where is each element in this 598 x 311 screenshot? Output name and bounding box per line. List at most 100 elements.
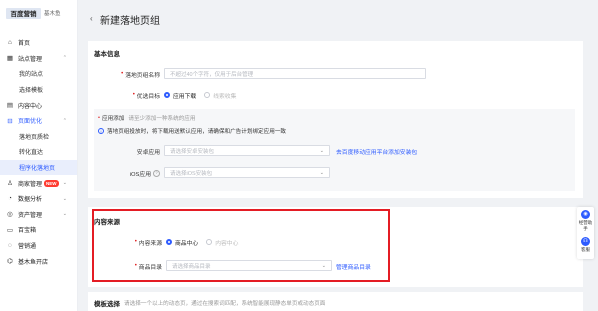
- sidebar-item-home[interactable]: ⌂ 首页: [0, 35, 77, 51]
- sidebar-item-label: 首页: [18, 41, 31, 48]
- floating-helper-bar: ◉ 经营助手 ☊ 客服: [577, 207, 594, 259]
- section-title-basic: 基本信息: [94, 51, 120, 58]
- android-app-select[interactable]: 请选择安卓安装包 ⌄: [164, 145, 330, 156]
- template-selection-card: 模板选择 请选择一个以上的动态页，通过在搜索词匹配，系统智能展现静态单页或动态页…: [88, 292, 583, 311]
- app-info-text: 落地页组投放时，将下载用送默认应用，请确保和广告计划绑定应用一致: [107, 129, 287, 135]
- help-icon[interactable]: ?: [153, 169, 160, 177]
- android-label-row: 安卓应用: [94, 145, 160, 157]
- radio-empty-icon: [204, 92, 211, 98]
- radio-content-center[interactable]: 内容中心: [206, 238, 238, 247]
- radio-empty-icon: [206, 239, 213, 245]
- assistant-icon: ◉: [581, 210, 590, 219]
- chevron-down-icon: ⌄: [321, 262, 326, 269]
- name-label-row: • 落地页组名称: [88, 68, 160, 80]
- target-label: 优选目标: [136, 93, 160, 100]
- sidebar-item-open-shop[interactable]: ⌬ 基木鱼开店: [0, 253, 77, 269]
- page-header: ‹ 新建落地页组: [78, 0, 598, 36]
- sidebar-item-programmatic-landing[interactable]: 程序化落地页: [0, 159, 77, 176]
- chevron-down-icon: ⌄: [319, 147, 324, 154]
- optimize-icon: ⊟: [7, 117, 13, 125]
- sidebar-item-page-optimization[interactable]: ⊟ 页面优化 ⌃: [0, 113, 77, 129]
- content-icon: ▤: [6, 102, 14, 110]
- source-radio-group: 商品中心 内容中心: [166, 236, 246, 248]
- catalog-label-row: • 商品目录: [88, 260, 162, 272]
- brand-logo[interactable]: 百度营销 基木鱼: [6, 6, 61, 20]
- radio-lead-collection[interactable]: 线索收集: [204, 91, 236, 100]
- sidebar-item-label: 数据分析: [18, 197, 43, 204]
- radio-selected-icon: [166, 239, 172, 245]
- catalog-label: 商品目录: [138, 264, 162, 271]
- target-label-row: • 优选目标: [88, 89, 160, 101]
- business-assistant-button[interactable]: ◉ 经营助手: [577, 210, 594, 232]
- sidebar-item-my-sites[interactable]: 我的站点: [0, 66, 77, 82]
- analytics-icon: ◔: [8, 195, 12, 203]
- radio-label: 线索收集: [213, 93, 237, 100]
- ios-label: iOS应用: [129, 171, 151, 178]
- required-mark: •: [134, 239, 137, 245]
- customer-service-button[interactable]: ☊ 客服: [577, 237, 594, 253]
- chevron-up-icon: ⌃: [62, 55, 67, 62]
- sidebar-item-label: 站点管理: [18, 56, 43, 63]
- sidebar: 百度营销 基木鱼 ⌂ 首页 ▦ 站点管理 ⌃ 我的站点 选择模板 ▤ 内容中心 …: [0, 0, 78, 311]
- radio-label: 商品中心: [175, 240, 199, 247]
- android-label: 安卓应用: [136, 149, 160, 156]
- sidebar-item-content-center[interactable]: ▤ 内容中心: [0, 97, 77, 113]
- sidebar-item-data-analysis[interactable]: ◔ 数据分析 ⌄: [0, 191, 77, 207]
- sidebar-nav: ⌂ 首页 ▦ 站点管理 ⌃ 我的站点 选择模板 ▤ 内容中心 ⊟ 页面优化 ⌃ …: [0, 35, 77, 269]
- ios-select-placeholder: 请选择iOS安装包: [170, 170, 213, 177]
- sidebar-item-label: 基木鱼开店: [18, 259, 49, 266]
- radio-label: 内容中心: [215, 240, 239, 247]
- home-icon: ⌂: [8, 39, 12, 47]
- app-add-hint: 请至少添加一种系统的应用: [128, 116, 196, 122]
- sidebar-item-quality-check[interactable]: 落地页质检: [0, 129, 77, 145]
- required-mark: •: [134, 263, 137, 269]
- manage-catalog-link[interactable]: 管理商品目录: [336, 262, 371, 271]
- basic-info-card: 基本信息 • 落地页组名称 不超过40个字符，仅用于后台管理 • 优选目标 应用…: [88, 41, 583, 198]
- sidebar-item-conversion-direct[interactable]: 转化直达: [0, 144, 77, 160]
- chevron-up-icon: ⌃: [62, 117, 67, 124]
- merchant-icon: ♙: [7, 180, 13, 188]
- sidebar-item-label: 百宝箱: [18, 228, 37, 235]
- android-select-placeholder: 请选择安卓安装包: [170, 148, 215, 155]
- radio-product-center[interactable]: 商品中心: [166, 238, 198, 247]
- ios-app-select[interactable]: 请选择iOS安装包 ⌄: [164, 167, 330, 178]
- headset-icon: ☊: [581, 237, 590, 246]
- sidebar-item-label: 页面优化: [18, 119, 43, 126]
- radio-selected-icon: [164, 92, 170, 98]
- sidebar-item-asset-management[interactable]: ◎ 资产管理 ⌄: [0, 207, 77, 223]
- sidebar-item-toolbox[interactable]: ▭ 百宝箱: [0, 222, 77, 238]
- sidebar-item-marketing[interactable]: ◌ 营销通: [0, 238, 77, 254]
- landing-group-name-input[interactable]: 不超过40个字符，仅用于后台管理: [164, 68, 426, 79]
- add-android-package-link[interactable]: 去百度移动应用平台添加安装包: [336, 147, 417, 156]
- info-icon: i: [98, 128, 104, 134]
- sidebar-item-choose-template[interactable]: 选择模板: [0, 82, 77, 98]
- chevron-down-icon: ⌄: [62, 195, 67, 202]
- template-hint: 请选择一个以上的动态页，通过在搜索词匹配，系统智能展现静态单页或动态页面: [124, 301, 326, 307]
- asset-icon: ◎: [7, 211, 13, 219]
- back-arrow-icon[interactable]: ‹: [90, 14, 93, 23]
- chevron-down-icon: ⌄: [62, 211, 67, 218]
- new-badge: NEW: [44, 179, 59, 187]
- required-mark: •: [98, 115, 100, 121]
- assistant-label: 经营助手: [578, 220, 593, 231]
- sidebar-item-label: 资产管理: [18, 212, 43, 219]
- ios-label-row: iOS应用 ?: [94, 167, 160, 179]
- logo-subtitle: 基木鱼: [44, 11, 61, 17]
- radio-app-download[interactable]: 应用下载: [164, 91, 196, 100]
- source-label: 内容来源: [138, 240, 162, 247]
- source-label-row: • 内容来源: [88, 236, 162, 248]
- app-add-row: • 应用添加 请至少添加一种系统的应用: [98, 114, 196, 122]
- marketing-icon: ◌: [8, 242, 12, 250]
- shop-icon: ⌬: [7, 258, 13, 266]
- sidebar-item-label: 营销通: [18, 244, 37, 251]
- sidebar-item-merchant-management[interactable]: ♙ 商家管理 NEW ⌄: [0, 175, 77, 191]
- product-catalog-select[interactable]: 请选择商品目录 ⌄: [166, 260, 332, 271]
- name-label: 落地页组名称: [125, 72, 160, 79]
- radio-label: 应用下载: [173, 93, 197, 100]
- target-radio-group: 应用下载 线索收集: [164, 89, 244, 101]
- sidebar-item-site-management[interactable]: ▦ 站点管理 ⌃: [0, 51, 77, 67]
- required-mark: •: [121, 71, 124, 77]
- chevron-down-icon: ⌄: [62, 180, 67, 187]
- grid-icon: ▦: [6, 55, 14, 63]
- content-source-card: 内容来源 • 内容来源 商品中心 内容中心 • 商品目录 请选择商品目录 ⌄ 管…: [88, 207, 583, 287]
